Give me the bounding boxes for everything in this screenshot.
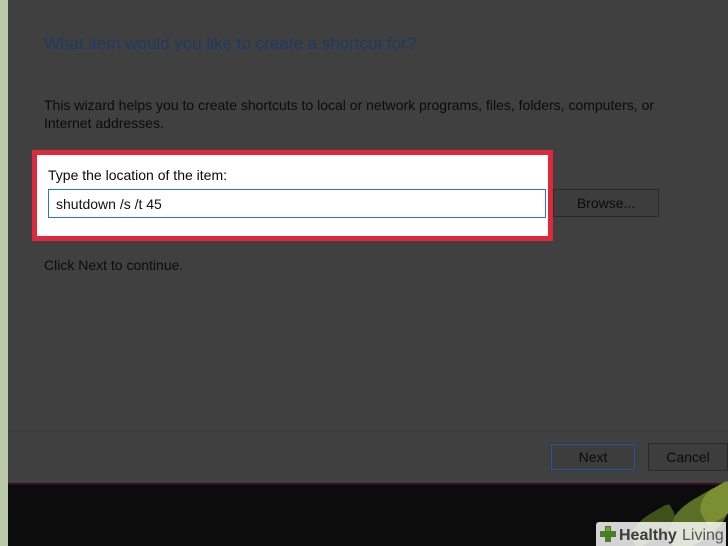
continue-instruction: Click Next to continue.: [44, 257, 184, 273]
location-input[interactable]: [48, 189, 546, 218]
browse-button[interactable]: Browse...: [553, 189, 659, 217]
healthy-living-watermark: Healthy Living: [596, 522, 726, 546]
watermark-brand-bold: Healthy: [619, 527, 677, 544]
wizard-heading: What item would you like to create a sho…: [44, 34, 417, 53]
desktop-edge-strip: [8, 483, 728, 485]
plus-cross-icon: [600, 526, 616, 542]
location-highlight-box: Type the location of the item:: [32, 150, 553, 241]
wizard-description: This wizard helps you to create shortcut…: [44, 97, 655, 131]
footer-divider: [8, 431, 728, 432]
next-button[interactable]: Next: [550, 443, 636, 471]
location-label: Type the location of the item:: [48, 167, 227, 183]
screenshot-frame: What item would you like to create a sho…: [8, 0, 728, 546]
watermark-graphic: Healthy Living: [600, 526, 724, 544]
watermark-brand-light: Living: [682, 527, 724, 544]
cancel-button[interactable]: Cancel: [648, 443, 728, 471]
create-shortcut-dialog: What item would you like to create a sho…: [8, 0, 728, 483]
